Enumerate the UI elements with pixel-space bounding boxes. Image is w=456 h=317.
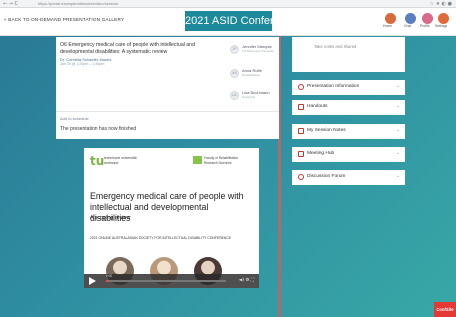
panel-label: Handouts — [307, 104, 328, 109]
chevron-down-icon: ⌄ — [395, 127, 400, 133]
play-icon[interactable] — [89, 277, 96, 285]
card-divider — [56, 111, 279, 112]
back-to-gallery-link[interactable]: « BACK TO ON-DEMAND PRESENTATION GALLERY — [4, 17, 124, 22]
slide-conference-line: 2021 ONLINE AUSTRALASIAN SOCIETY FOR INT… — [90, 236, 232, 240]
chevron-down-icon: ⌄ — [395, 103, 400, 109]
speaker-item[interactable]: JP Jennifer Marquis TU Dortmund Universi… — [230, 44, 280, 58]
faculty-logo-icon — [193, 156, 202, 164]
panel-label: My Session Notes — [307, 128, 346, 133]
faculty-name-line2: Research Sciences — [204, 161, 232, 165]
settings-label: Settings — [435, 24, 448, 28]
meeting-icon — [298, 151, 304, 157]
video-controls-bar: 0:00 ◄) ⚙ ⛶ — [84, 274, 259, 288]
faculty-name-line1: Faculty of Rehabilitation — [204, 156, 239, 160]
chevron-down-icon: ⌄ — [395, 83, 400, 89]
home-icon[interactable] — [385, 13, 396, 24]
chat-label: Chat — [404, 24, 412, 28]
conference-title: 2021 ASID Conference — [185, 11, 298, 31]
panel-my-session-notes[interactable]: My Session Notes ⌄ — [292, 124, 405, 139]
speaker-role: TU Dortmund University — [242, 49, 275, 53]
home-label: Home — [383, 24, 393, 28]
panel-label: Meeting Hub — [307, 151, 335, 156]
chevron-down-icon: ⌄ — [395, 150, 400, 156]
panel-label: Discussion Forum — [307, 174, 346, 179]
speaker-avatar: JP — [230, 45, 239, 54]
university-name-line1: technische universität — [104, 156, 137, 160]
presentation-info-card: O6 Emergency medical care of people with… — [56, 37, 279, 139]
speaker-avatar: AS — [230, 69, 239, 78]
video-player[interactable]: tu technische universität dortmund Facul… — [84, 148, 259, 288]
panel-meeting-hub[interactable]: Meeting Hub ⌄ — [292, 147, 405, 162]
chat-icon[interactable] — [405, 13, 416, 24]
browser-extension-icons[interactable]: ☆ ★ ◐ ● — [430, 0, 452, 8]
panel-label: Presentation Information — [307, 84, 360, 89]
notes-icon — [298, 128, 304, 134]
document-icon — [298, 104, 304, 110]
settings-icon[interactable] — [438, 13, 449, 24]
speaker-avatar: LB — [230, 91, 239, 100]
presentation-time: Jan 29 @ 1:20pm – 1:40pm — [60, 62, 105, 66]
university-logo: tu — [90, 154, 105, 168]
notes-input[interactable]: Take notes and shared — [292, 37, 405, 72]
speaker-item[interactable]: LB Lisa Buchmann University — [230, 90, 280, 104]
presentation-status: The presentation has now finished — [60, 126, 137, 132]
info-icon — [298, 84, 304, 90]
video-time: 0:00 — [106, 274, 113, 278]
profile-icon[interactable] — [422, 13, 433, 24]
notes-placeholder: Take notes and shared — [314, 44, 357, 49]
address-bar[interactable]: https://portal.example/attendee/video/se… — [38, 0, 118, 8]
panel-presentation-information[interactable]: Presentation Information ⌄ — [292, 80, 405, 95]
platform-logo[interactable]: ConfSite — [434, 302, 456, 317]
forum-icon — [298, 174, 304, 180]
presentation-title: O6 Emergency medical care of people with… — [60, 42, 195, 56]
chevron-down-icon: ⌄ — [395, 173, 400, 179]
speaker-item[interactable]: AS Anna Rolfe Rehabilitation — [230, 68, 280, 82]
browser-nav-buttons[interactable]: ← → C — [3, 0, 18, 8]
panel-discussion-forum[interactable]: Discussion Forum ⌄ — [292, 170, 405, 185]
panel-handouts[interactable]: Handouts ⌄ — [292, 100, 405, 115]
slide-subtitle: A scoping review — [90, 215, 131, 221]
browser-toolbar: ← → C https://portal.example/attendee/vi… — [0, 0, 456, 8]
video-progress-bar[interactable] — [106, 280, 226, 282]
speaker-role: Rehabilitation — [242, 73, 261, 77]
university-name-line2: dortmund — [104, 161, 119, 165]
profile-label: Profile — [420, 24, 430, 28]
add-to-schedule-link[interactable]: Add to schedule — [60, 116, 89, 121]
video-control-icons[interactable]: ◄) ⚙ ⛶ — [239, 277, 254, 283]
site-header: « BACK TO ON-DEMAND PRESENTATION GALLERY… — [0, 8, 456, 36]
speaker-role: University — [242, 95, 256, 99]
video-progress-fill — [106, 280, 109, 282]
